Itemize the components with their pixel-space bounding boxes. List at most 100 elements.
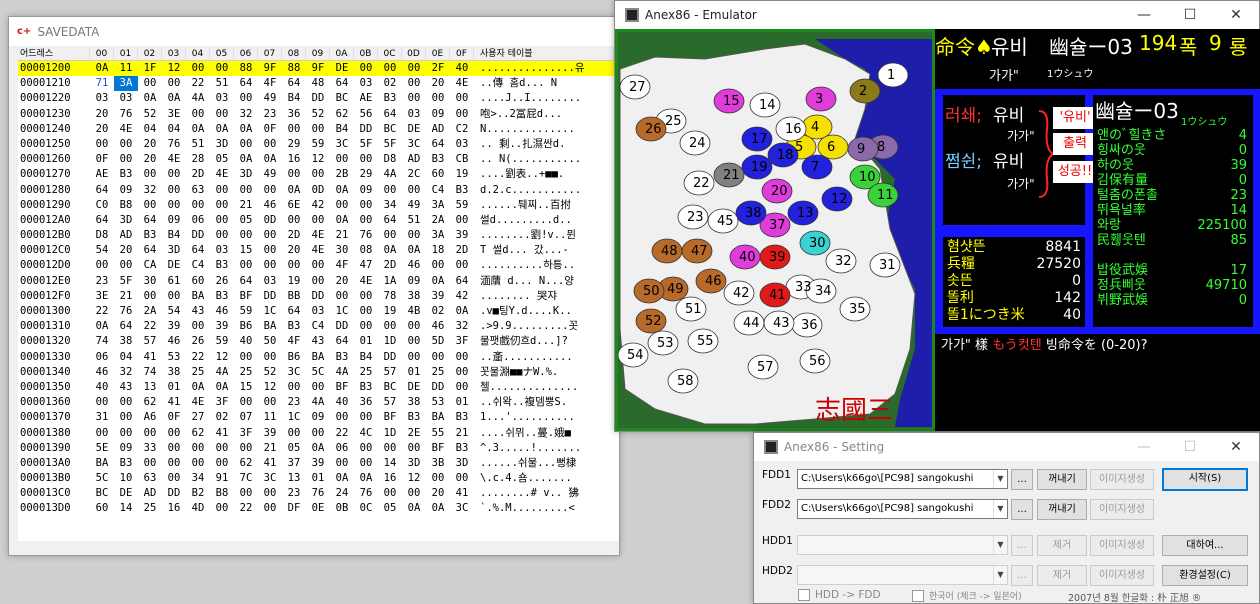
hex-row[interactable]: 000012C0 54 20 64 3D 64 03 15 00 20 4E 30 08 0A 0A 18 2D… <box>18 243 619 258</box>
hex-byte[interactable]: 3C <box>258 471 282 486</box>
row-text[interactable]: 첼.............. <box>474 380 614 395</box>
fdd1-image-button[interactable]: 이미지생성 <box>1090 469 1154 490</box>
hex-byte[interactable]: 23 <box>282 395 306 410</box>
hex-byte[interactable]: 30 <box>138 274 162 289</box>
hex-byte[interactable]: 4E <box>114 122 138 137</box>
hex-byte[interactable]: 0A <box>258 152 282 167</box>
row-text[interactable]: ......퉤찌..百拊 <box>474 198 614 213</box>
hex-byte[interactable]: 1D <box>378 334 402 349</box>
hex-byte[interactable]: 56 <box>354 107 378 122</box>
hex-byte[interactable]: 64 <box>90 213 114 228</box>
hex-byte[interactable]: 14 <box>114 501 138 516</box>
hex-byte[interactable]: 32 <box>114 365 138 380</box>
hex-byte[interactable]: 00 <box>402 183 426 198</box>
hex-byte[interactable]: B3 <box>450 183 474 198</box>
hex-byte[interactable]: 00 <box>282 426 306 441</box>
hex-row[interactable]: 00001360 00 00 62 41 4E 3F 00 00 23 4A 40 36 57 38 53 01… <box>18 395 619 410</box>
row-text[interactable]: 咆>..2冨屁d... <box>474 107 614 122</box>
hex-byte[interactable]: 21 <box>450 426 474 441</box>
hex-byte[interactable]: 23 <box>282 486 306 501</box>
hex-byte[interactable]: 09 <box>162 213 186 228</box>
hex-row[interactable]: 00001220 03 03 0A 0A 4A 03 00 49 B4 DD BC AE B3 00 00 00… <box>18 91 619 106</box>
hex-byte[interactable]: 00 <box>210 107 234 122</box>
hex-byte[interactable]: 5D <box>426 334 450 349</box>
hex-byte[interactable]: 05 <box>378 501 402 516</box>
hex-byte[interactable]: 16 <box>378 471 402 486</box>
hex-byte[interactable]: 3B <box>426 456 450 471</box>
hex-byte[interactable]: 0A <box>186 380 210 395</box>
hex-byte[interactable]: 76 <box>114 107 138 122</box>
hex-byte[interactable]: 19 <box>450 167 474 182</box>
hdd-to-fdd-checkbox[interactable]: HDD -> FDD <box>798 589 881 601</box>
hex-byte[interactable]: 2F <box>426 61 450 76</box>
hex-byte[interactable]: 38 <box>114 334 138 349</box>
hex-byte[interactable]: 19 <box>378 304 402 319</box>
hex-byte[interactable]: 00 <box>234 441 258 456</box>
hex-byte[interactable]: 00 <box>186 61 210 76</box>
china-map[interactable]: 1 2 3 4 5 6 7 8 9 10 11 12 13 14 15 16 17 18 19 20 21 22 23 24 2… <box>615 29 935 431</box>
hex-byte[interactable]: 59 <box>210 334 234 349</box>
hex-grid[interactable]: 어드레스 00 01 02 03 04 05 06 07 08 09 0A 0B 0C 0D 0E 0F 사용자… <box>18 47 619 555</box>
maximize-icon[interactable]: ☐ <box>1167 439 1213 455</box>
hex-byte[interactable]: 3D <box>402 456 426 471</box>
hex-byte[interactable]: 4F <box>258 76 282 91</box>
hex-byte[interactable]: AE <box>90 167 114 182</box>
hex-byte[interactable]: 03 <box>306 304 330 319</box>
hex-byte[interactable]: 00 <box>114 152 138 167</box>
hex-byte[interactable]: 00 <box>426 471 450 486</box>
hex-byte[interactable]: 25 <box>234 365 258 380</box>
hex-byte[interactable]: 03 <box>354 76 378 91</box>
hex-byte[interactable]: 11 <box>114 61 138 76</box>
hex-byte[interactable]: 53 <box>426 395 450 410</box>
hex-byte[interactable]: 46 <box>162 334 186 349</box>
hex-byte[interactable]: 2A <box>138 304 162 319</box>
hex-byte[interactable]: DD <box>354 122 378 137</box>
hex-byte[interactable]: DD <box>378 350 402 365</box>
hex-byte[interactable]: 3F <box>210 395 234 410</box>
hex-byte[interactable]: 36 <box>282 107 306 122</box>
hex-byte[interactable]: 88 <box>234 61 258 76</box>
hex-byte[interactable]: 00 <box>210 501 234 516</box>
hex-byte[interactable]: 1F <box>138 61 162 76</box>
command-prompt[interactable]: 가가" 樣 もう컷텐 빙命令を (0-20)? <box>941 334 1148 353</box>
hex-byte[interactable]: 39 <box>426 289 450 304</box>
hex-byte[interactable]: 46 <box>426 319 450 334</box>
hex-byte[interactable]: 41 <box>450 486 474 501</box>
hex-byte[interactable]: 64 <box>138 243 162 258</box>
row-text[interactable]: T 썰d... 갔...- <box>474 243 614 258</box>
hex-byte[interactable]: 00 <box>114 395 138 410</box>
hex-byte[interactable]: 0B <box>330 501 354 516</box>
hex-byte[interactable]: 63 <box>138 471 162 486</box>
hex-byte[interactable]: 62 <box>234 456 258 471</box>
hex-byte[interactable]: 22 <box>330 426 354 441</box>
hex-byte[interactable]: 1D <box>378 426 402 441</box>
hex-row[interactable]: 000013D0 60 14 25 16 4D 00 22 00 DF 0E 0B 0C 05 0A 0A 3C… <box>18 501 619 516</box>
hex-byte[interactable]: 09 <box>402 274 426 289</box>
hex-byte[interactable]: 23 <box>90 274 114 289</box>
hex-byte[interactable]: 3F <box>450 334 474 349</box>
row-text[interactable]: ..........하틍.. <box>474 258 614 273</box>
hex-byte[interactable]: 71 <box>90 76 114 91</box>
hex-byte[interactable]: 00 <box>282 167 306 182</box>
hex-byte[interactable]: 00 <box>282 258 306 273</box>
hex-byte[interactable]: 3C <box>330 137 354 152</box>
hex-byte[interactable]: 43 <box>306 334 330 349</box>
hex-byte[interactable]: BC <box>378 380 402 395</box>
fdd2-image-button[interactable]: 이미지생성 <box>1090 499 1154 520</box>
hex-byte[interactable]: 9F <box>258 61 282 76</box>
hex-byte[interactable]: 4A <box>210 365 234 380</box>
hdd1-image-button[interactable]: 이미지생성 <box>1090 535 1154 556</box>
hex-byte[interactable]: AD <box>114 228 138 243</box>
hex-byte[interactable]: B3 <box>354 380 378 395</box>
hex-byte[interactable]: 03 <box>450 137 474 152</box>
hex-byte[interactable]: 00 <box>282 213 306 228</box>
hex-byte[interactable]: 40 <box>90 380 114 395</box>
hex-byte[interactable]: 0A <box>234 152 258 167</box>
hex-row[interactable]: 00001340 46 32 74 38 25 4A 25 52 3C 5C 4A 25 57 01 25 00… <box>18 365 619 380</box>
hex-byte[interactable]: 49 <box>258 167 282 182</box>
hex-byte[interactable]: 00 <box>330 198 354 213</box>
hex-byte[interactable]: DD <box>186 228 210 243</box>
hex-byte[interactable]: BF <box>330 380 354 395</box>
savedata-titlebar[interactable]: c+ SAVEDATA <box>9 17 619 46</box>
hex-byte[interactable]: 41 <box>138 350 162 365</box>
